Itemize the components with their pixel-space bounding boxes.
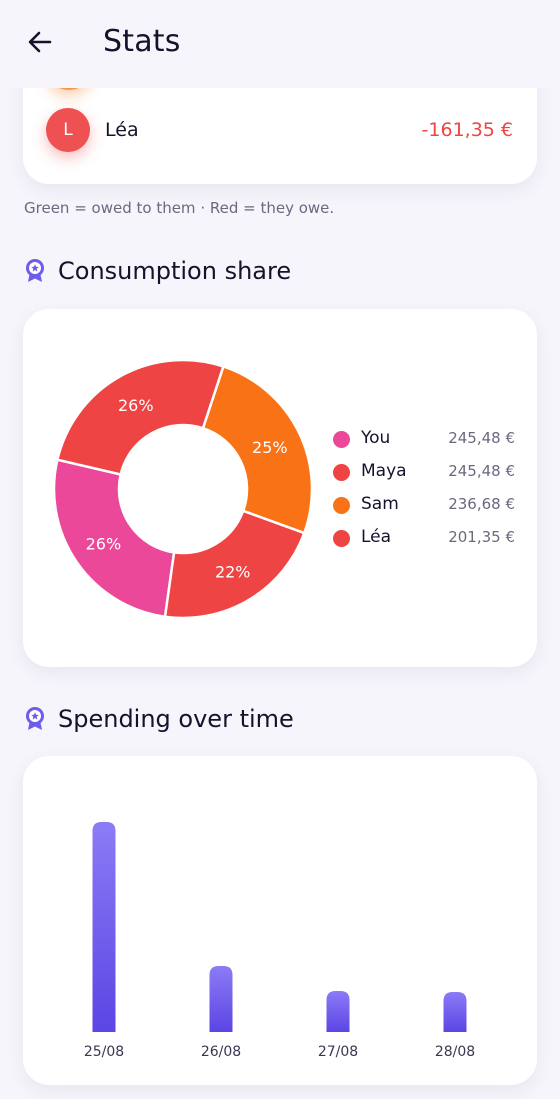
page-title: Stats bbox=[103, 24, 181, 59]
legend-item: Léa 201,35 € bbox=[333, 524, 515, 557]
legend-name: Maya bbox=[361, 461, 407, 481]
legend-value: 201,35 € bbox=[448, 528, 515, 546]
legend-name: Léa bbox=[361, 527, 392, 547]
legend-name: You bbox=[361, 428, 391, 448]
donut-percent-label: 25% bbox=[252, 438, 288, 457]
legend-value: 236,68 € bbox=[448, 495, 515, 513]
legend-item: Maya 245,48 € bbox=[333, 458, 515, 491]
legend-dot bbox=[333, 464, 350, 481]
x-tick-label: 28/08 bbox=[435, 1044, 475, 1060]
section-title-text: Spending over time bbox=[58, 705, 294, 733]
award-icon bbox=[26, 707, 44, 730]
app-header: Stats bbox=[0, 0, 560, 88]
avatar: L bbox=[46, 108, 90, 152]
member-name: Léa bbox=[105, 119, 139, 141]
back-button[interactable] bbox=[24, 26, 56, 58]
donut-percent-label: 22% bbox=[215, 563, 251, 582]
consumption-donut-chart: 26% 26% 25% 22% bbox=[52, 358, 314, 620]
spending-bar bbox=[92, 822, 116, 1032]
spending-bar bbox=[326, 991, 350, 1032]
section-title-text: Consumption share bbox=[58, 257, 292, 285]
donut-percent-label: 26% bbox=[118, 396, 154, 415]
consumption-card: 26% 26% 25% 22% You 245,48 € Maya 245,48 € … bbox=[23, 309, 537, 667]
spending-bar bbox=[443, 992, 467, 1032]
legend-value: 245,48 € bbox=[448, 429, 515, 447]
legend-item: Sam 236,68 € bbox=[333, 491, 515, 524]
x-tick-label: 25/08 bbox=[84, 1044, 124, 1060]
legend-dot bbox=[333, 431, 350, 448]
arrow-left-icon bbox=[28, 31, 52, 53]
member-balance: -161,35 € bbox=[421, 119, 513, 141]
spending-bar bbox=[209, 966, 233, 1032]
donut-percent-label: 26% bbox=[86, 535, 122, 554]
award-icon bbox=[26, 259, 44, 282]
legend-name: Sam bbox=[361, 494, 399, 514]
legend-dot bbox=[333, 530, 350, 547]
spending-bar-chart: 25/08 26/08 27/08 28/08 bbox=[84, 822, 475, 1060]
x-tick-label: 27/08 bbox=[318, 1044, 358, 1060]
legend-value: 245,48 € bbox=[448, 462, 515, 480]
spending-card: 25/08 26/08 27/08 28/08 bbox=[23, 756, 537, 1085]
legend-item: You 245,48 € bbox=[333, 425, 515, 458]
consumption-section-title: Consumption share bbox=[24, 257, 291, 285]
balance-legend-hint: Green = owed to them · Red = they owe. bbox=[24, 199, 335, 217]
consumption-legend: You 245,48 € Maya 245,48 € Sam 236,68 € … bbox=[333, 425, 515, 557]
spending-section-title: Spending over time bbox=[24, 705, 294, 733]
legend-dot bbox=[333, 497, 350, 514]
donut-slice-maya bbox=[55, 358, 225, 476]
x-tick-label: 26/08 bbox=[201, 1044, 241, 1060]
